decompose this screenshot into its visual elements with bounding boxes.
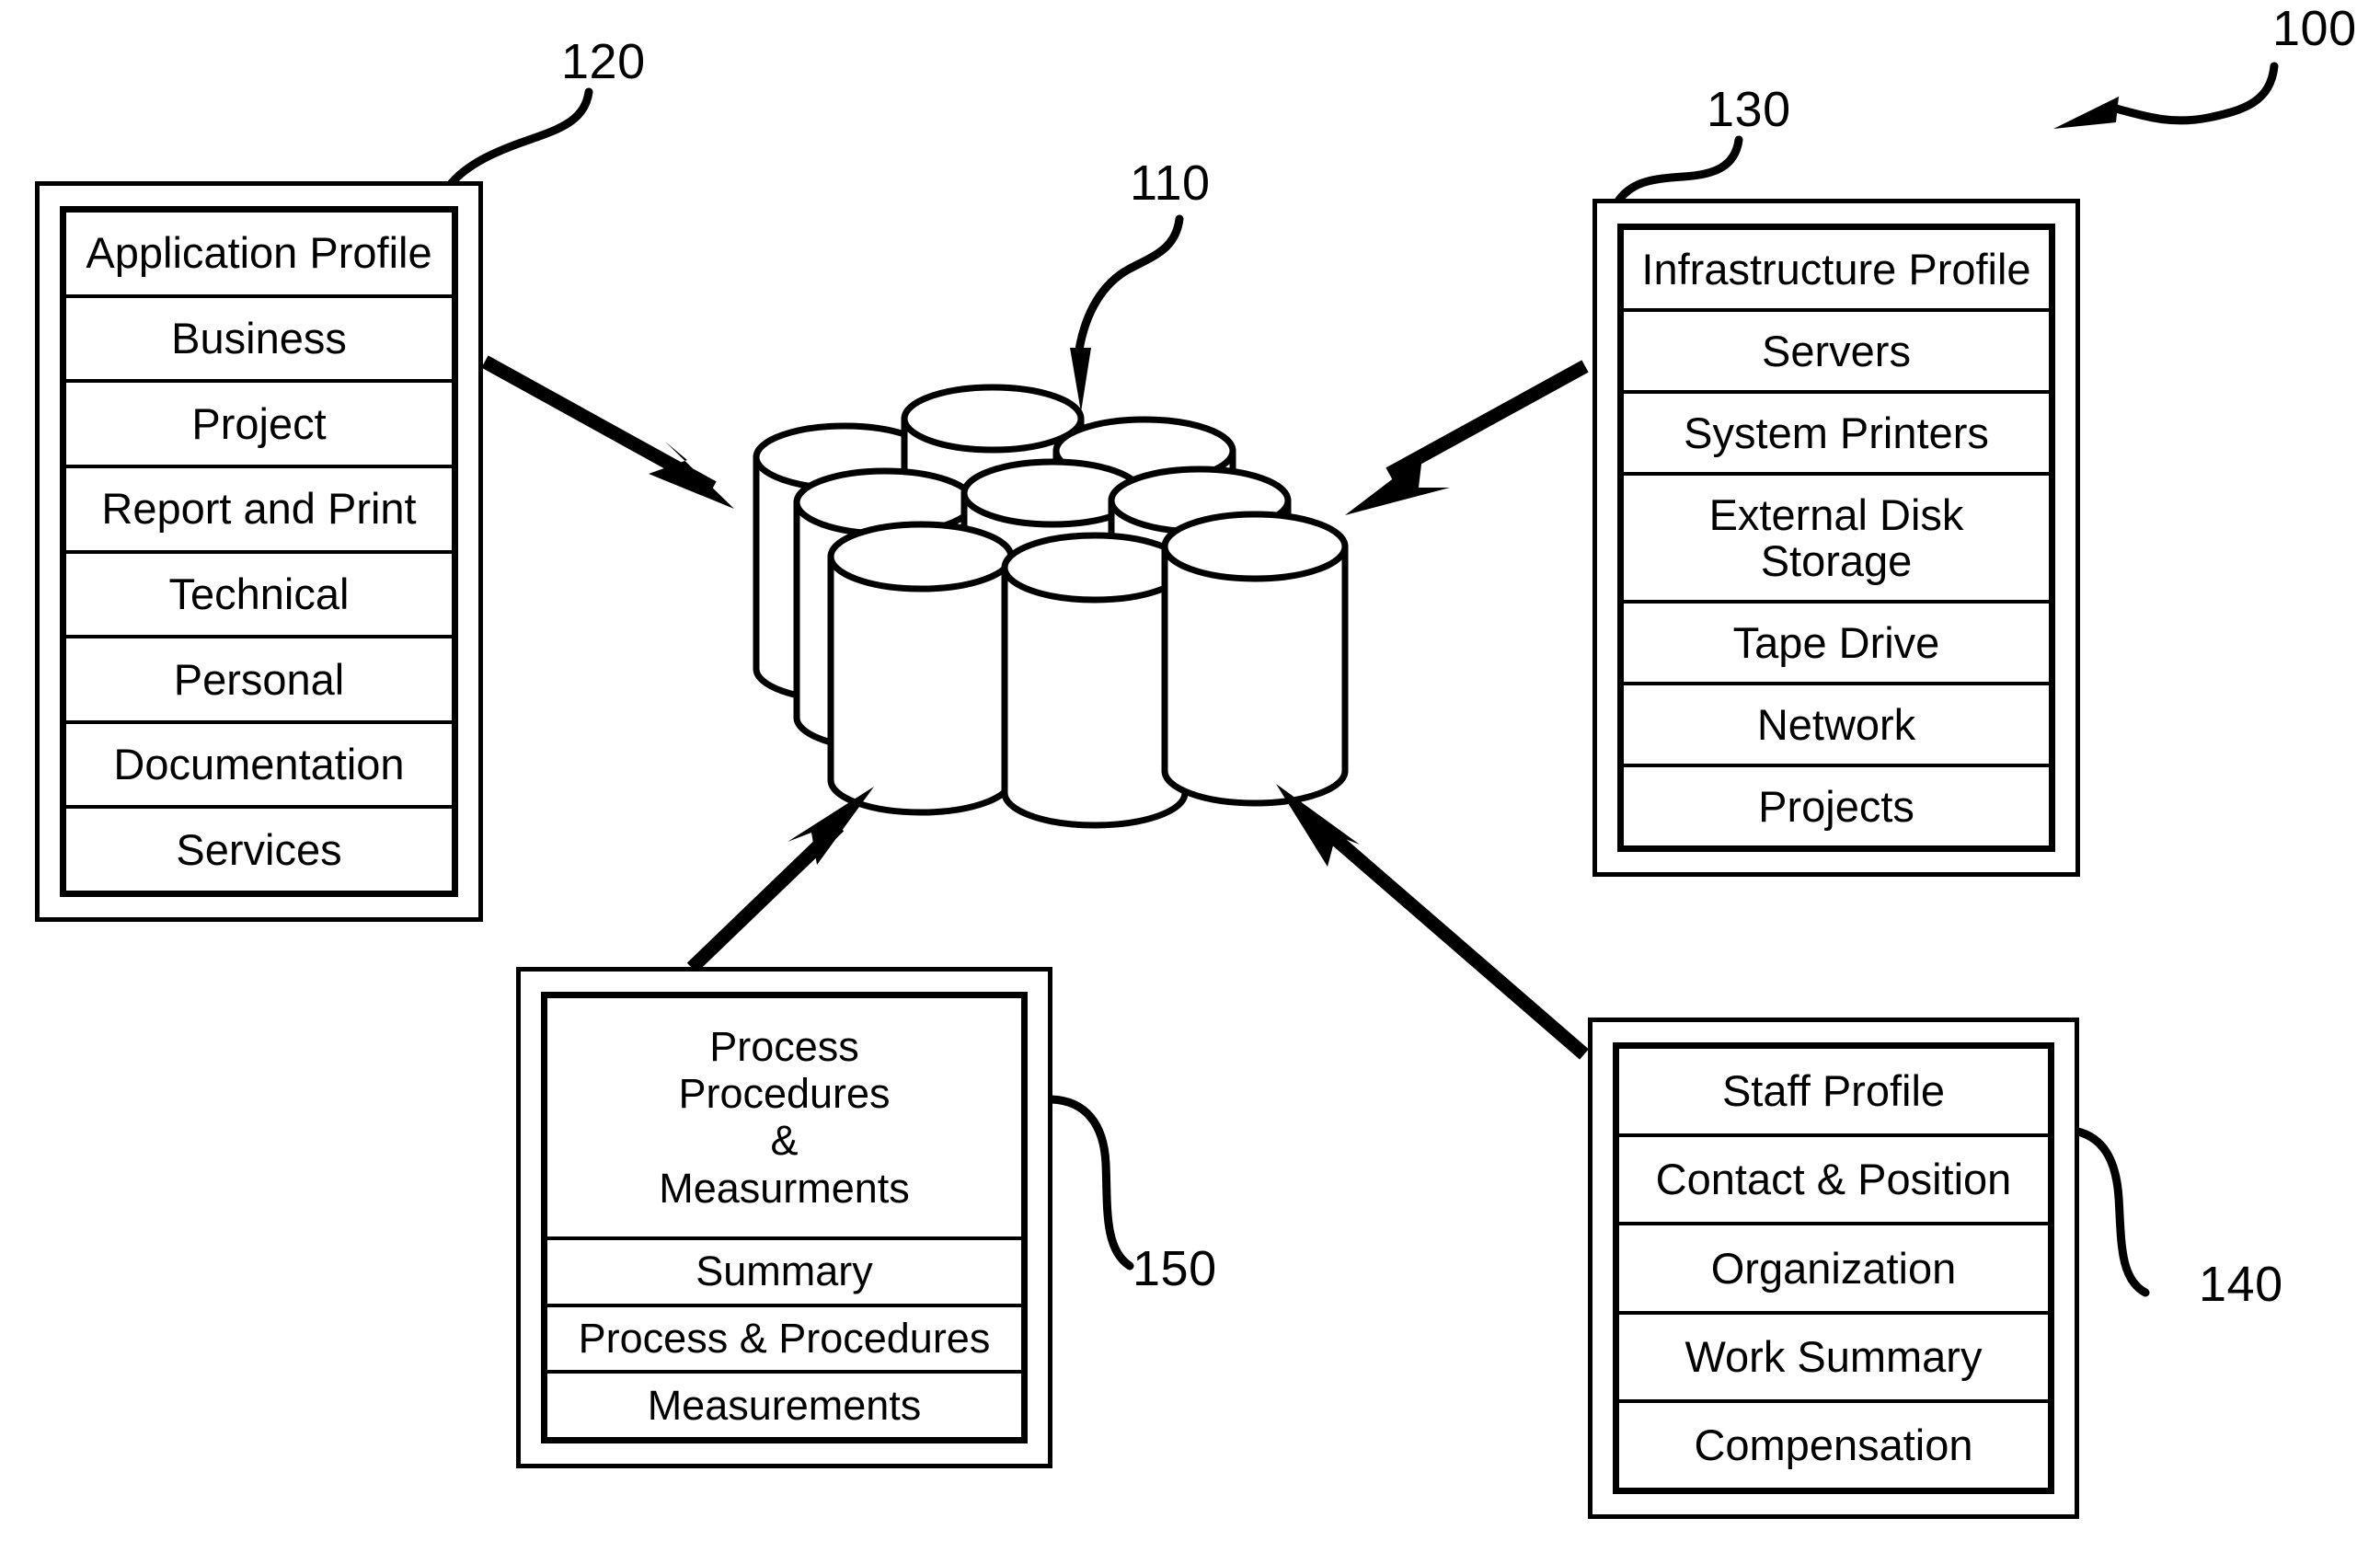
- staff-profile-row: Compensation: [1694, 1420, 1973, 1469]
- process-procedures-box: Process Procedures & Measurments Summary…: [516, 967, 1052, 1468]
- infrastructure-profile-row: External Disk Storage: [1624, 476, 2049, 604]
- infrastructure-profile-row: Servers: [1624, 312, 2049, 395]
- process-procedures-row: Measurements: [647, 1381, 922, 1429]
- infrastructure-profile-row: Network: [1624, 685, 2049, 767]
- ref-numeral-140: 140: [2199, 1257, 2283, 1312]
- application-profile-box: Application Profile Business Project Rep…: [35, 181, 483, 922]
- application-profile-row: Report and Print: [66, 468, 452, 554]
- cylinder-front-right: [1161, 511, 1349, 807]
- application-profile-row: Documentation: [66, 724, 452, 810]
- staff-profile-table: Staff Profile Contact & Position Organiz…: [1613, 1042, 2054, 1494]
- leader-line-120: [446, 87, 593, 189]
- ref-numeral-110: 110: [1130, 155, 1211, 211]
- ref-numeral-100: 100: [2272, 1, 2357, 56]
- process-procedures-header: Process Procedures & Measurments: [547, 998, 1021, 1240]
- staff-profile-row: Organization: [1619, 1225, 2048, 1315]
- connector-infrastructure-profile-to-repository: [1345, 360, 1589, 515]
- staff-profile-row: Work Summary: [1619, 1315, 2048, 1403]
- process-procedures-table: Process Procedures & Measurments Summary…: [541, 992, 1028, 1443]
- application-profile-row: Technical: [66, 554, 452, 639]
- leader-line-100: [2053, 62, 2279, 129]
- ref-numeral-120: 120: [561, 34, 646, 89]
- ref-numeral-150: 150: [1133, 1241, 1217, 1296]
- connector-staff-profile-to-repository: [1276, 784, 1589, 1060]
- application-profile-row: Project: [66, 383, 452, 468]
- connector-application-profile-to-repository: [481, 355, 734, 509]
- connector-process-procedures-to-repository: [686, 787, 874, 973]
- application-profile-row: Business: [66, 298, 452, 384]
- process-procedures-row: Process & Procedures: [547, 1307, 1021, 1374]
- repository-cylinder-cluster: [753, 384, 1349, 829]
- infrastructure-profile-row: System Printers: [1624, 394, 2049, 477]
- cylinder-front-left: [827, 521, 1015, 816]
- infrastructure-profile-box: Infrastructure Profile Servers System Pr…: [1592, 199, 2080, 877]
- patent-figure: 100 110 120 130 140 150 Application Prof…: [0, 0, 2380, 1541]
- infrastructure-profile-header: Infrastructure Profile: [1624, 230, 2049, 313]
- application-profile-header: Application Profile: [66, 213, 452, 298]
- infrastructure-profile-row: Tape Drive: [1624, 604, 2049, 685]
- application-profile-row: Personal: [66, 638, 452, 724]
- application-profile-row: Services: [176, 824, 342, 874]
- cylinder-front-center: [1001, 532, 1189, 829]
- leader-line-130: [1613, 135, 1743, 207]
- staff-profile-header: Staff Profile: [1619, 1049, 2048, 1138]
- staff-profile-box: Staff Profile Contact & Position Organiz…: [1588, 1018, 2079, 1519]
- leader-line-110: [1070, 214, 1184, 412]
- leader-line-150: [1046, 1095, 1134, 1271]
- infrastructure-profile-table: Infrastructure Profile Servers System Pr…: [1617, 224, 2055, 852]
- infrastructure-profile-row: Projects: [1758, 781, 1914, 831]
- ref-numeral-130: 130: [1707, 82, 1791, 137]
- application-profile-table: Application Profile Business Project Rep…: [60, 206, 458, 897]
- staff-profile-row: Contact & Position: [1619, 1137, 2048, 1226]
- process-procedures-row: Summary: [547, 1240, 1021, 1307]
